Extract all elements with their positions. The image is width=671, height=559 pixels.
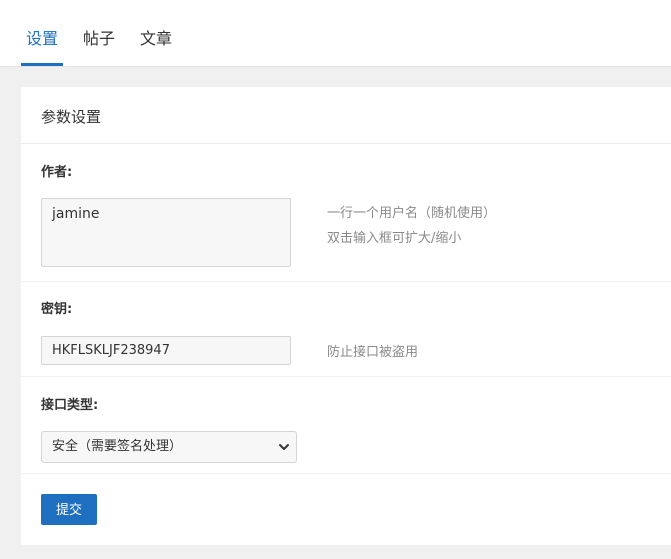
api-type-select[interactable]: 安全（需要签名处理） <box>41 431 297 463</box>
tab-settings[interactable]: 设置 <box>26 0 58 66</box>
submit-button[interactable]: 提交 <box>41 494 97 525</box>
tab-bar: 设置 帖子 文章 <box>0 0 671 67</box>
api-type-label: 接口类型: <box>41 398 99 413</box>
card-header: 参数设置 <box>21 87 671 144</box>
section-divider <box>21 281 671 282</box>
section-divider <box>21 376 671 377</box>
author-hint-line2: 双击输入框可扩大/缩小 <box>327 231 462 246</box>
author-hint-line1: 一行一个用户名（随机使用） <box>327 206 497 221</box>
section-divider <box>21 473 671 474</box>
chevron-down-icon <box>279 444 289 450</box>
secret-input[interactable] <box>41 336 291 365</box>
api-type-selected-value: 安全（需要签名处理） <box>52 439 183 454</box>
tab-posts[interactable]: 帖子 <box>83 0 115 66</box>
tab-articles[interactable]: 文章 <box>140 0 172 66</box>
secret-hint: 防止接口被盗用 <box>327 345 419 360</box>
author-label: 作者: <box>41 165 73 180</box>
author-textarea[interactable]: jamine <box>41 198 291 267</box>
secret-label: 密钥: <box>41 302 73 317</box>
active-tab-indicator <box>21 63 63 66</box>
card-title: 参数设置 <box>41 108 102 126</box>
settings-card: 参数设置 作者: jamine 一行一个用户名（随机使用） 双击输入框可扩大/缩… <box>21 87 671 545</box>
